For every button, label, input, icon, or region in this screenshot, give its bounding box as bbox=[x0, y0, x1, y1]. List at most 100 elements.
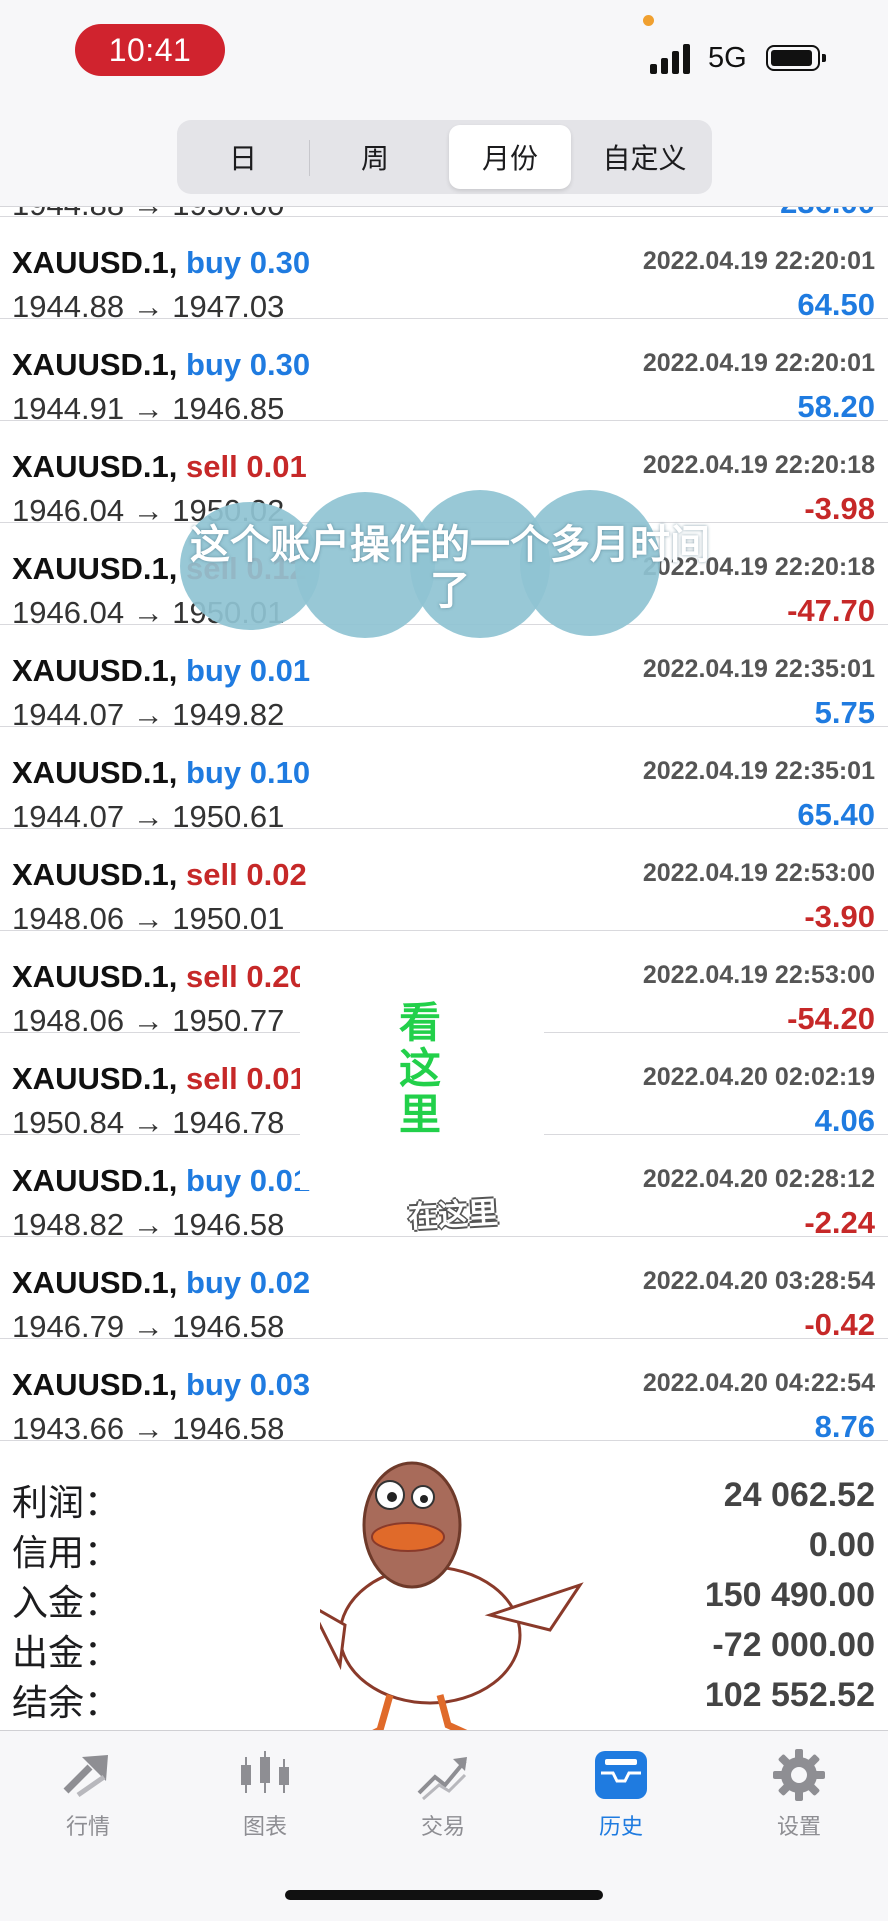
trade-row[interactable]: XAUUSD.1, sell 0.02 2022.04.19 22:53:00 19… bbox=[0, 829, 888, 936]
trade-profit: 65.40 bbox=[797, 797, 875, 832]
trade-volume: 0.30 bbox=[249, 347, 311, 382]
trade-profit: 8.76 bbox=[814, 1409, 875, 1444]
trade-datetime: 2022.04.20 02:28:12 bbox=[642, 1165, 875, 1193]
trade-profit: -3.90 bbox=[804, 899, 875, 934]
trade-title: XAUUSD.1, buy 0.01 bbox=[12, 653, 310, 689]
period-selector-bar: 日 周 月份 自定义 bbox=[0, 110, 888, 207]
status-time: 10:41 bbox=[75, 24, 225, 76]
summary-value: 24 062.52 bbox=[723, 1476, 875, 1514]
trade-datetime: 2022.04.20 03:28:54 bbox=[642, 1267, 875, 1295]
status-bar: 10:41 5G bbox=[0, 0, 888, 110]
tab-history[interactable]: 历史 bbox=[561, 1747, 681, 1847]
trade-volume: 0.01 bbox=[249, 653, 311, 688]
trade-datetime: 2022.04.19 22:20:01 bbox=[642, 349, 875, 377]
trade-symbol: XAUUSD.1, bbox=[12, 857, 178, 892]
network-type: 5G bbox=[708, 42, 747, 74]
trade-symbol: XAUUSD.1, bbox=[12, 449, 178, 484]
trade-row[interactable]: XAUUSD.1, buy 0.01 2022.04.19 22:35:01 194… bbox=[0, 625, 888, 732]
trade-datetime: 2022.04.19 22:53:00 bbox=[642, 961, 875, 989]
trade-symbol: XAUUSD.1, bbox=[12, 1367, 178, 1402]
trade-title: XAUUSD.1, buy 0.03 bbox=[12, 1367, 310, 1403]
tab-trade[interactable]: 交易 bbox=[383, 1747, 503, 1847]
trade-row[interactable]: XAUUSD.1, buy 0.30 2022.04.19 22:20:01 194… bbox=[0, 217, 888, 324]
trade-profit: -3.98 bbox=[804, 491, 875, 526]
summary-value: -72 000.00 bbox=[712, 1626, 875, 1664]
segment-divider bbox=[309, 140, 310, 176]
trade-title: XAUUSD.1, sell 0.20 bbox=[12, 959, 307, 995]
trade-symbol: XAUUSD.1, bbox=[12, 551, 178, 586]
home-indicator[interactable] bbox=[285, 1890, 603, 1900]
quotes-arrows-icon bbox=[63, 1755, 108, 1798]
summary-label: 入金： bbox=[12, 1582, 121, 1623]
privacy-indicator-dot bbox=[643, 15, 654, 26]
trade-symbol: XAUUSD.1, bbox=[12, 1163, 178, 1198]
trade-datetime: 2022.04.19 22:53:00 bbox=[642, 859, 875, 887]
trade-row[interactable]: XAUUSD.1, buy 0.10 2022.04.19 22:35:01 194… bbox=[0, 727, 888, 834]
segment-day[interactable]: 日 bbox=[182, 125, 304, 189]
trade-volume: 0.02 bbox=[249, 1265, 311, 1300]
look-here-text: 看这里 bbox=[398, 999, 441, 1138]
trade-profit: 5.75 bbox=[814, 695, 875, 730]
trade-symbol: XAUUSD.1, bbox=[12, 347, 178, 382]
tab-label: 设置 bbox=[776, 1814, 821, 1839]
trade-title: XAUUSD.1, buy 0.10 bbox=[12, 755, 310, 791]
segment-custom[interactable]: 自定义 bbox=[582, 125, 707, 189]
trade-direction: buy bbox=[186, 245, 242, 280]
trade-row-partial[interactable]: 1944.88 → 1950.00 236.00 bbox=[0, 207, 888, 222]
tab-chart[interactable]: 图表 bbox=[205, 1747, 325, 1847]
summary-label: 结余： bbox=[12, 1682, 121, 1723]
trade-profit: 64.50 bbox=[797, 287, 875, 322]
trade-symbol: XAUUSD.1, bbox=[12, 245, 178, 280]
trade-direction: buy bbox=[186, 1163, 242, 1198]
trade-profit: -0.42 bbox=[804, 1307, 875, 1342]
trade-datetime: 2022.04.19 22:35:01 bbox=[642, 757, 875, 785]
trade-datetime: 2022.04.19 22:20:01 bbox=[642, 247, 875, 275]
segment-month[interactable]: 月份 bbox=[449, 125, 571, 189]
trade-direction: buy bbox=[186, 653, 242, 688]
trade-profit: 58.20 bbox=[797, 389, 875, 424]
trade-title: XAUUSD.1, sell 0.01 bbox=[12, 1061, 307, 1097]
trade-volume: 0.03 bbox=[249, 1367, 311, 1402]
trade-row[interactable]: XAUUSD.1, buy 0.02 2022.04.20 03:28:54 194… bbox=[0, 1237, 888, 1344]
trade-symbol: XAUUSD.1, bbox=[12, 959, 178, 994]
trade-row[interactable]: XAUUSD.1, buy 0.30 2022.04.19 22:20:01 194… bbox=[0, 319, 888, 426]
candlestick-chart-icon bbox=[241, 1751, 289, 1793]
trade-datetime: 2022.04.20 04:22:54 bbox=[642, 1369, 875, 1397]
gear-icon bbox=[773, 1749, 825, 1801]
tab-label: 行情 bbox=[65, 1814, 110, 1839]
trade-datetime: 2022.04.19 22:20:18 bbox=[642, 451, 875, 479]
trade-history-list[interactable]: 1944.88 → 1950.00 236.00 XAUUSD.1, buy 0… bbox=[0, 207, 888, 1460]
trade-direction: sell bbox=[186, 959, 238, 994]
trade-prices: 1943.66 → 1946.58 bbox=[12, 1411, 285, 1446]
period-segmented-control: 日 周 月份 自定义 bbox=[177, 120, 712, 194]
cartoon-duck-sticker bbox=[320, 1461, 584, 1744]
trade-row[interactable]: XAUUSD.1, buy 0.03 2022.04.20 04:22:54 194… bbox=[0, 1339, 888, 1446]
tab-quotes[interactable]: 行情 bbox=[28, 1747, 148, 1847]
trade-title: XAUUSD.1, buy 0.02 bbox=[12, 1265, 310, 1301]
summary-label: 信用： bbox=[12, 1532, 121, 1573]
trade-title: XAUUSD.1, buy 0.01 bbox=[12, 1163, 310, 1199]
trade-direction: buy bbox=[186, 1367, 242, 1402]
trade-profit: 4.06 bbox=[814, 1103, 875, 1138]
trade-direction: buy bbox=[186, 755, 242, 790]
trade-volume: 0.30 bbox=[249, 245, 311, 280]
trade-title: XAUUSD.1, buy 0.30 bbox=[12, 245, 310, 281]
trade-direction: sell bbox=[186, 857, 238, 892]
trade-title: XAUUSD.1, buy 0.30 bbox=[12, 347, 310, 383]
trade-symbol: XAUUSD.1, bbox=[12, 755, 178, 790]
trade-direction: buy bbox=[186, 1265, 242, 1300]
trade-symbol: XAUUSD.1, bbox=[12, 653, 178, 688]
tab-settings[interactable]: 设置 bbox=[739, 1747, 859, 1847]
summary-value: 102 552.52 bbox=[704, 1676, 875, 1714]
trade-direction: sell bbox=[186, 1061, 238, 1096]
segment-week[interactable]: 周 bbox=[314, 125, 436, 189]
tab-label: 历史 bbox=[598, 1814, 643, 1839]
trade-symbol: XAUUSD.1, bbox=[12, 1061, 178, 1096]
trade-title: XAUUSD.1, sell 0.01 bbox=[12, 449, 307, 485]
trade-line-icon bbox=[417, 1757, 467, 1801]
look-here-subtext: 在这里 bbox=[407, 1196, 499, 1235]
signal-strength-icon bbox=[650, 42, 694, 74]
trade-volume: 0.10 bbox=[249, 755, 311, 790]
trade-volume: 0.01 bbox=[246, 449, 307, 484]
caption-text: 这个账户操作的一个多月时间了 bbox=[190, 523, 710, 613]
